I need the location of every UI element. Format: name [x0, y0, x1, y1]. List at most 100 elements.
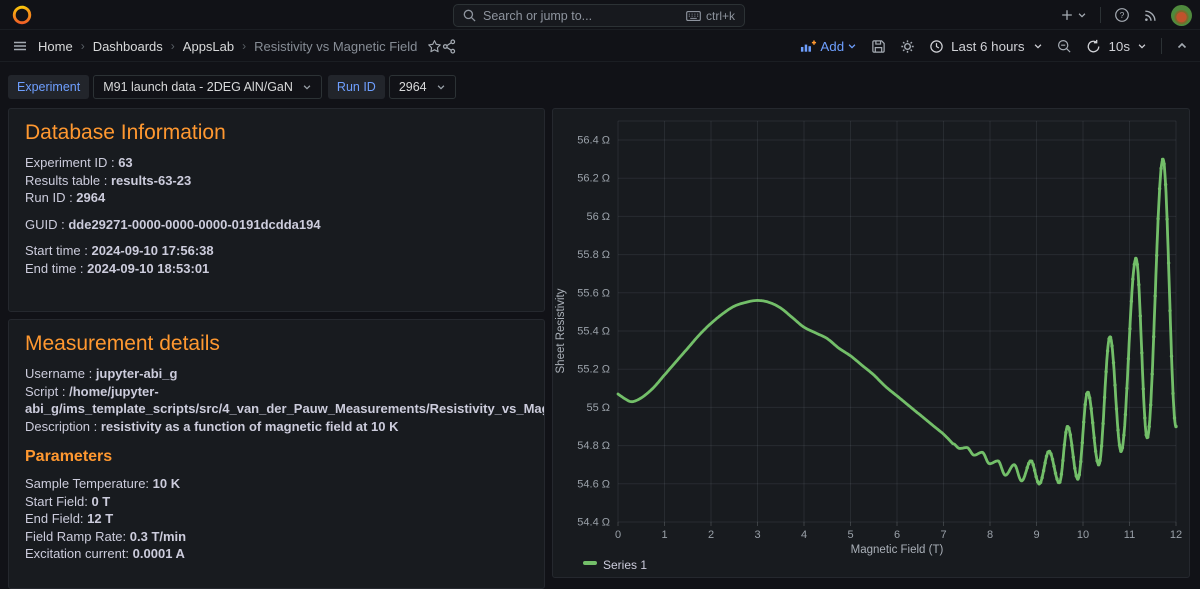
- save-dashboard-button[interactable]: [871, 39, 886, 54]
- breadcrumb-item[interactable]: Dashboards: [93, 39, 163, 54]
- breadcrumb-separator-icon: ›: [81, 39, 85, 53]
- collapse-toolbar-button[interactable]: [1176, 40, 1188, 52]
- clock-icon: [929, 39, 944, 54]
- search-input[interactable]: Search or jump to... ctrl+k: [453, 4, 745, 27]
- divider: [1161, 38, 1162, 54]
- info-line: Username : jupyter-abi_g: [25, 365, 544, 383]
- x-axis-tick-label: 11: [1124, 529, 1135, 541]
- mega-menu-button[interactable]: [12, 38, 28, 54]
- chevron-down-icon: [302, 82, 312, 92]
- x-axis-tick-label: 9: [1033, 529, 1039, 541]
- gear-icon: [900, 39, 915, 54]
- add-panel-icon: [800, 39, 817, 54]
- variables-row: Experiment M91 launch data - 2DEG AlN/GaN…: [8, 75, 456, 99]
- add-button-label: Add: [820, 39, 844, 54]
- news-button[interactable]: [1143, 8, 1158, 23]
- search-icon: [463, 9, 476, 22]
- y-axis-tick-label: 54.6 Ω: [577, 478, 610, 490]
- y-axis-tick-label: 55.4 Ω: [577, 326, 610, 338]
- top-nav-bar: Search or jump to... ctrl+k ?: [0, 0, 1200, 30]
- info-line: Results table : results-63-23: [25, 172, 544, 190]
- info-line: End time : 2024-09-10 18:53:01: [25, 260, 544, 278]
- info-line: Experiment ID : 63: [25, 154, 544, 172]
- chevron-down-icon: [1137, 41, 1147, 51]
- variable-control: Experiment M91 launch data - 2DEG AlN/GaN: [8, 75, 322, 99]
- zoom-out-time-button[interactable]: [1057, 39, 1072, 54]
- breadcrumb-item[interactable]: AppsLab: [183, 39, 234, 54]
- breadcrumb-separator-icon: ›: [171, 39, 175, 53]
- legend-swatch: [583, 561, 597, 565]
- x-axis-tick-label: 3: [754, 529, 760, 541]
- new-menu-button[interactable]: [1060, 8, 1087, 22]
- chevron-down-icon: [436, 82, 446, 92]
- x-axis-tick-label: 8: [987, 529, 993, 541]
- y-axis-tick-label: 54.8 Ω: [577, 440, 610, 452]
- time-range-picker[interactable]: Last 6 hours: [929, 39, 1042, 54]
- refresh-interval-label: 10s: [1109, 39, 1131, 54]
- x-axis-tick-label: 5: [847, 529, 853, 541]
- help-button[interactable]: ?: [1114, 7, 1130, 23]
- save-icon: [871, 39, 886, 54]
- star-icon: [427, 39, 442, 54]
- time-range-label: Last 6 hours: [951, 39, 1024, 54]
- refresh-picker[interactable]: 10s: [1086, 39, 1148, 54]
- search-shortcut: ctrl+k: [706, 9, 735, 23]
- y-axis-tick-label: 56 Ω: [586, 211, 610, 223]
- add-button[interactable]: Add: [800, 39, 857, 54]
- panel-measurement-details: Measurement details Username : jupyter-a…: [8, 319, 545, 589]
- y-axis-tick-label: 56.2 Ω: [577, 173, 610, 185]
- y-axis-title: Sheet Resistivity: [555, 288, 567, 373]
- variable-control: Run ID2964: [328, 75, 456, 99]
- info-line: GUID : dde29271-0000-0000-0000-0191dcdda…: [25, 216, 544, 234]
- resistivity-vs-field-chart[interactable]: 54.4 Ω54.6 Ω54.8 Ω55 Ω55.2 Ω55.4 Ω55.6 Ω…: [553, 109, 1189, 577]
- keyboard-icon: [686, 9, 701, 23]
- share-button[interactable]: [442, 39, 457, 54]
- chevron-down-icon: [1077, 10, 1087, 20]
- svg-text:?: ?: [1120, 10, 1125, 20]
- chevron-down-icon: [847, 41, 857, 51]
- y-axis-tick-label: 55.6 Ω: [577, 287, 610, 299]
- dashboard-settings-button[interactable]: [900, 39, 915, 54]
- panel-database-information: Database Information Experiment ID : 63R…: [8, 108, 545, 312]
- y-axis-tick-label: 55 Ω: [586, 402, 610, 414]
- variable-value: 2964: [399, 80, 427, 94]
- x-axis-tick-label: 4: [801, 529, 807, 541]
- panel-title: Database Information: [25, 121, 528, 145]
- question-circle-icon: ?: [1114, 7, 1130, 23]
- info-line: End Field: 12 T: [25, 510, 544, 528]
- breadcrumb-item[interactable]: Home: [38, 39, 73, 54]
- x-axis-title: Magnetic Field (T): [851, 544, 944, 556]
- variable-dropdown[interactable]: M91 launch data - 2DEG AlN/GaN: [93, 75, 322, 99]
- info-line: Excitation current: 0.0001 A: [25, 545, 544, 563]
- panel-resistivity-chart: 54.4 Ω54.6 Ω54.8 Ω55 Ω55.2 Ω55.4 Ω55.6 Ω…: [552, 108, 1190, 578]
- chevron-up-icon: [1176, 40, 1188, 52]
- user-avatar[interactable]: [1171, 5, 1192, 26]
- x-axis-tick-label: 2: [708, 529, 714, 541]
- grafana-logo[interactable]: [12, 5, 32, 25]
- rss-icon: [1143, 8, 1158, 23]
- variable-label: Experiment: [8, 75, 89, 99]
- x-axis-tick-label: 6: [894, 529, 900, 541]
- x-axis-tick-label: 7: [940, 529, 946, 541]
- x-axis-tick-label: 10: [1077, 529, 1089, 541]
- y-axis-tick-label: 55.2 Ω: [577, 364, 610, 376]
- legend[interactable]: Series 1: [583, 558, 647, 572]
- magnifier-minus-icon: [1057, 39, 1072, 54]
- panel-title: Measurement details: [25, 332, 528, 356]
- info-line: Run ID : 2964: [25, 189, 544, 207]
- divider: [1100, 7, 1101, 23]
- x-axis-tick-label: 12: [1170, 529, 1182, 541]
- variable-dropdown[interactable]: 2964: [389, 75, 456, 99]
- dashboard-toolbar: Home›Dashboards›AppsLab›Resistivity vs M…: [0, 31, 1200, 62]
- x-axis-tick-label: 0: [615, 529, 621, 541]
- share-icon: [442, 39, 457, 54]
- variable-value: M91 launch data - 2DEG AlN/GaN: [103, 80, 293, 94]
- breadcrumb-item: Resistivity vs Magnetic Field: [254, 39, 417, 54]
- info-line: Sample Temperature: 10 K: [25, 475, 544, 493]
- breadcrumb: Home›Dashboards›AppsLab›Resistivity vs M…: [38, 39, 417, 54]
- info-line: Script : /home/jupyter-abi_g/ims_templat…: [25, 383, 544, 418]
- legend-label: Series 1: [603, 558, 647, 572]
- favorite-button[interactable]: [427, 39, 442, 54]
- chevron-down-icon: [1033, 41, 1043, 51]
- hamburger-icon: [12, 38, 28, 54]
